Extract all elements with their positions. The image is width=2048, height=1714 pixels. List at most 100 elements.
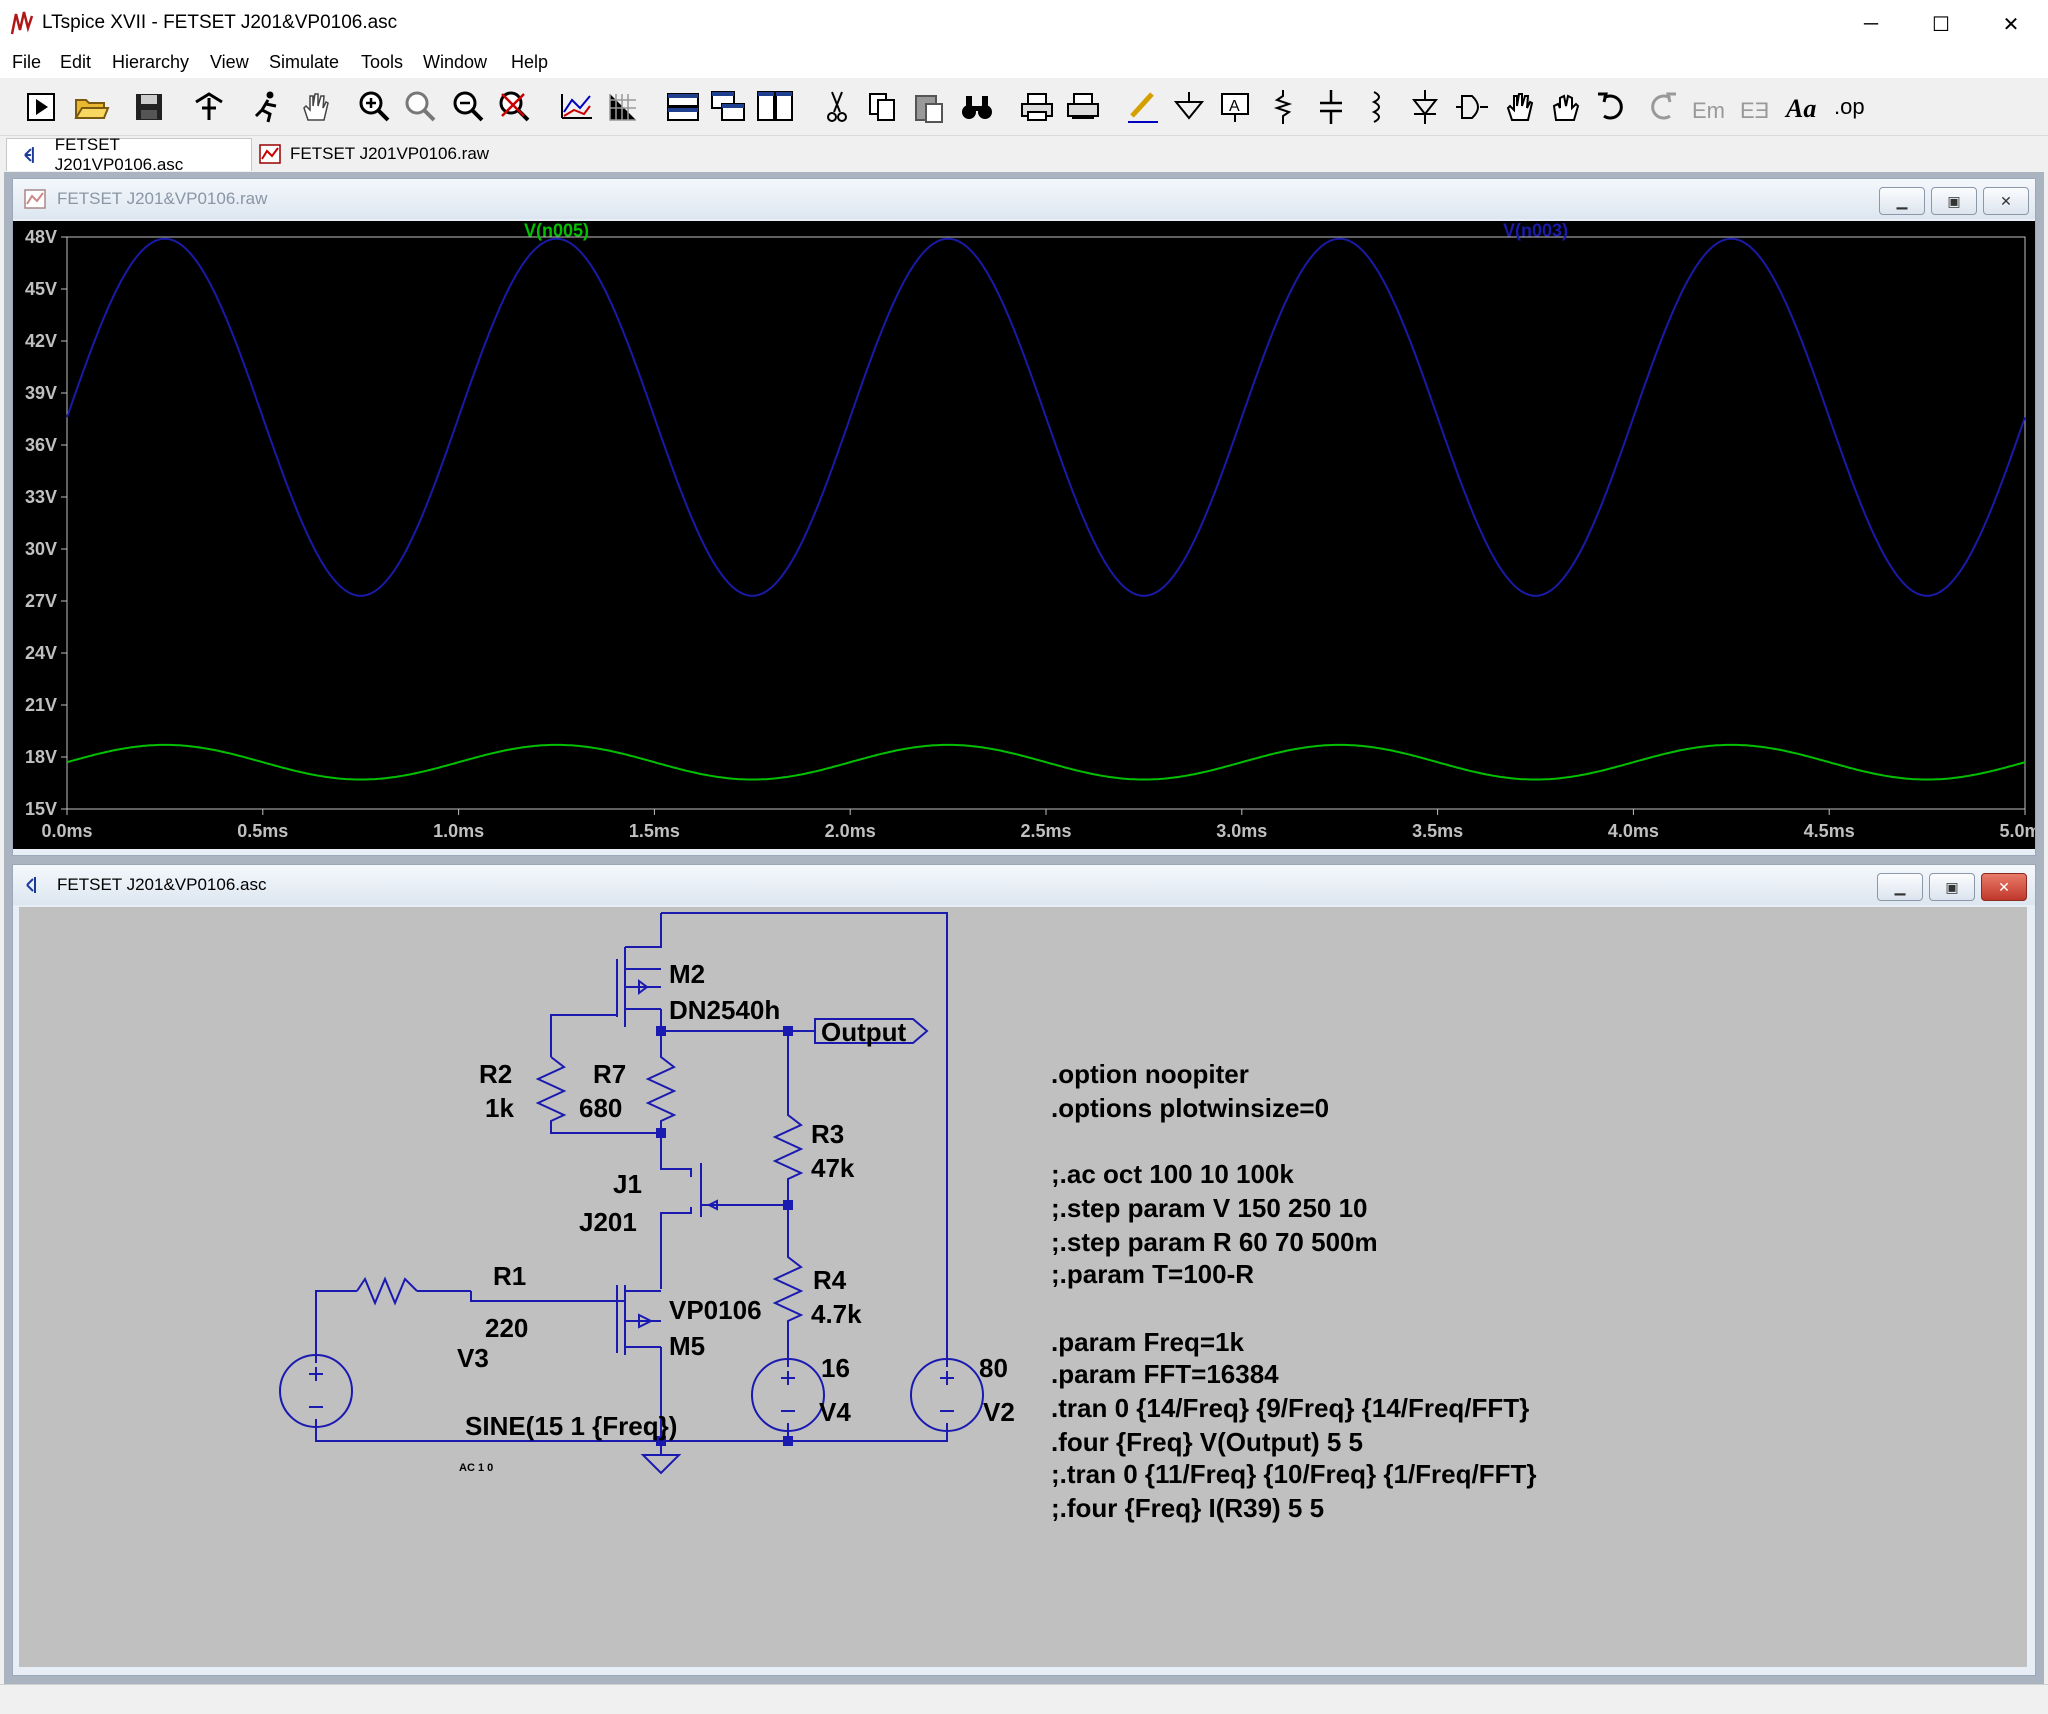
v4-value: 16 <box>821 1353 850 1383</box>
j1-model-label: J201 <box>579 1207 637 1237</box>
minimize-button[interactable]: ─ <box>1836 0 1906 48</box>
print-setup-icon[interactable] <box>1062 86 1104 128</box>
schematic-window-title: FETSET J201&VP0106.asc <box>57 875 267 894</box>
component-icon[interactable] <box>1450 86 1492 128</box>
zoom-area-icon[interactable] <box>400 86 442 128</box>
directive-line: ;.param T=100-R <box>1051 1259 1254 1289</box>
x-tick-label: 2.0ms <box>825 821 876 841</box>
x-tick-label: 1.5ms <box>629 821 680 841</box>
menu-window[interactable]: Window <box>423 52 487 73</box>
v3-value: SINE(15 1 {Freq}) <box>465 1411 677 1441</box>
y-tick-label: 15V <box>25 799 57 819</box>
v3-ac-label: AC 1 0 <box>459 1462 493 1474</box>
x-tick-label: 0.5ms <box>237 821 288 841</box>
tab-schematic-label: FETSET J201VP0106.asc <box>54 135 184 174</box>
y-tick-label: 24V <box>25 643 57 663</box>
legend-label: V(n003) <box>1503 221 1568 241</box>
menu-help[interactable]: Help <box>511 52 548 73</box>
m5-model-label: VP0106 <box>669 1295 762 1325</box>
save-icon[interactable] <box>128 86 170 128</box>
copy-icon[interactable] <box>862 86 904 128</box>
schematic-window-titlebar[interactable]: FETSET J201&VP0106.asc ▁ ▣ ✕ <box>13 865 2035 905</box>
resistor-icon[interactable] <box>1262 86 1304 128</box>
spice-directive-icon[interactable]: .op <box>1830 86 1872 128</box>
tile-vertical-icon[interactable] <box>754 86 796 128</box>
schematic-close-button[interactable]: ✕ <box>1981 873 2027 901</box>
open-icon[interactable] <box>70 86 112 128</box>
cut-icon[interactable] <box>816 86 858 128</box>
r2-value: 1k <box>485 1093 514 1123</box>
drag-icon[interactable] <box>1544 86 1586 128</box>
menu-edit[interactable]: Edit <box>60 52 91 73</box>
close-button[interactable]: ✕ <box>1976 0 2046 48</box>
waveform-icon <box>24 189 46 209</box>
menu-view[interactable]: View <box>210 52 249 73</box>
redo-icon[interactable] <box>1640 86 1682 128</box>
title-bar: LTspice XVII - FETSET J201&VP0106.asc ─ … <box>0 0 2048 48</box>
y-tick-label: 33V <box>25 487 57 507</box>
autorange-icon[interactable] <box>556 86 598 128</box>
r1-label: R1 <box>493 1261 526 1291</box>
zoom-fit-icon[interactable] <box>494 86 536 128</box>
v2-label: V2 <box>983 1397 1015 1427</box>
tab-waveform[interactable]: FETSET J201VP0106.raw <box>254 138 494 170</box>
find-icon[interactable] <box>956 86 998 128</box>
x-tick-label: 4.0ms <box>1608 821 1659 841</box>
capacitor-icon[interactable] <box>1310 86 1352 128</box>
y-tick-label: 21V <box>25 695 57 715</box>
menu-file[interactable]: File <box>12 52 41 73</box>
draw-wire-icon[interactable] <box>1122 86 1164 128</box>
waveform-window-titlebar[interactable]: FETSET J201&VP0106.raw ▁ ▣ ✕ <box>13 179 2035 219</box>
menu-tools[interactable]: Tools <box>361 52 403 73</box>
halt-icon[interactable] <box>246 86 288 128</box>
diode-icon[interactable] <box>1404 86 1446 128</box>
waveform-close-button[interactable]: ✕ <box>1983 187 2029 215</box>
move-icon[interactable] <box>1498 86 1540 128</box>
cascade-icon[interactable] <box>708 86 750 128</box>
j1-label: J1 <box>613 1169 642 1199</box>
spice-directives[interactable]: .option noopiter .options plotwinsize=0 … <box>1051 1059 1537 1523</box>
x-tick-label: 2.5ms <box>1020 821 1071 841</box>
directive-line: .options plotwinsize=0 <box>1051 1093 1329 1123</box>
y-tick-label: 48V <box>25 227 57 247</box>
inductor-icon[interactable] <box>1356 86 1398 128</box>
waveform-icon <box>259 144 281 164</box>
x-tick-label: 5.0ms <box>1999 821 2035 841</box>
ltspice-logo-icon <box>10 11 34 35</box>
menu-simulate[interactable]: Simulate <box>269 52 339 73</box>
directive-line: .four {Freq} V(Output) 5 5 <box>1051 1427 1363 1457</box>
tab-schematic[interactable]: FETSET J201VP0106.asc <box>6 135 252 174</box>
undo-icon[interactable] <box>1592 86 1634 128</box>
paste-icon[interactable] <box>908 86 950 128</box>
schematic-canvas[interactable]: M2 DN2540h R2 1k R7 680 R3 47k J1 J201 R… <box>19 907 2027 1667</box>
zoom-in-icon[interactable] <box>354 86 396 128</box>
run-icon[interactable] <box>20 86 62 128</box>
schematic-minimize-button[interactable]: ▁ <box>1877 873 1923 901</box>
waveform-window: FETSET J201&VP0106.raw ▁ ▣ ✕ 0.0ms 0.5ms 1… <box>12 178 2036 856</box>
directive-line: .param Freq=1k <box>1051 1327 1244 1357</box>
tile-horizontal-icon[interactable] <box>662 86 704 128</box>
rotate-icon[interactable]: Em <box>1688 86 1730 128</box>
grid-icon[interactable] <box>602 86 644 128</box>
waveform-plot[interactable]: 0.0ms 0.5ms 1.0ms 1.5ms 2.0ms 2.5ms 3.0ms 3.5ms… <box>13 221 2035 849</box>
directive-line: ;.ac oct 100 10 100k <box>1051 1159 1294 1189</box>
control-panel-icon[interactable] <box>188 86 230 128</box>
y-tick-label: 18V <box>25 747 57 767</box>
schematic-restore-button[interactable]: ▣ <box>1929 873 1975 901</box>
label-net-icon[interactable]: A <box>1214 86 1256 128</box>
zoom-out-icon[interactable] <box>448 86 490 128</box>
text-icon[interactable]: Aa <box>1784 86 1826 128</box>
junction-dots <box>656 1026 793 1446</box>
waveform-restore-button[interactable]: ▣ <box>1931 187 1977 215</box>
mirror-icon[interactable]: EƎ <box>1736 86 1778 128</box>
ground-icon[interactable] <box>1168 86 1210 128</box>
maximize-button[interactable]: ☐ <box>1906 0 1976 48</box>
svg-text:Aa: Aa <box>1784 94 1816 123</box>
menu-hierarchy[interactable]: Hierarchy <box>112 52 189 73</box>
directive-line: ;.step param R 60 70 500m <box>1051 1227 1378 1257</box>
print-icon[interactable] <box>1016 86 1058 128</box>
v3-label: V3 <box>457 1343 489 1373</box>
waveform-minimize-button[interactable]: ▁ <box>1879 187 1925 215</box>
pan-icon[interactable] <box>294 86 336 128</box>
mdi-workspace: FETSET J201&VP0106.raw ▁ ▣ ✕ 0.0ms 0.5ms 1… <box>4 172 2044 1684</box>
